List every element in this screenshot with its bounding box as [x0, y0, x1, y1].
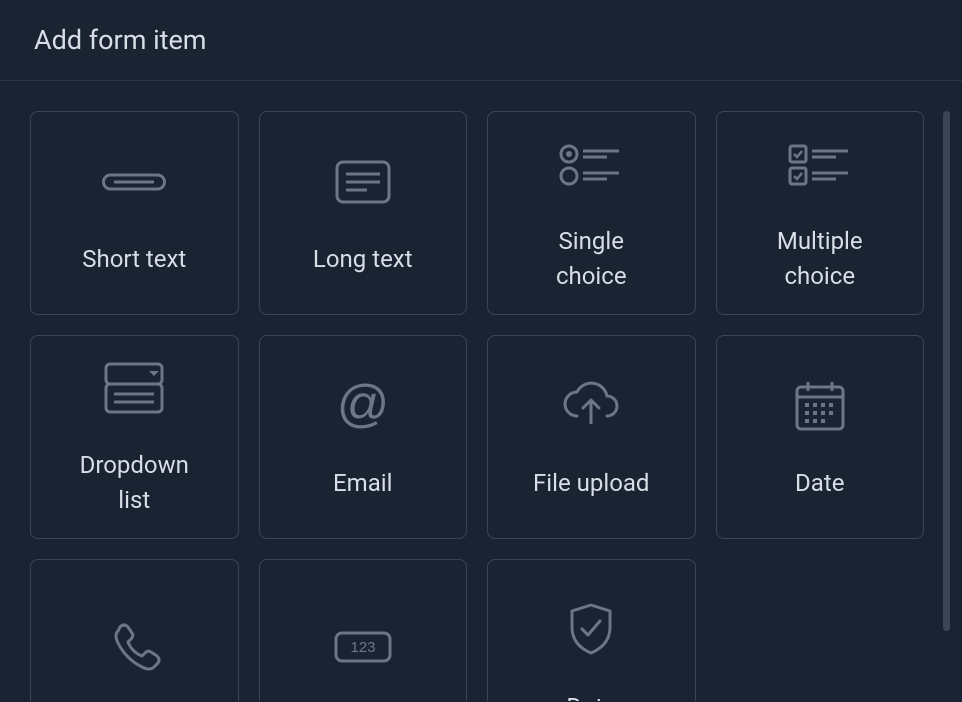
card-short-text[interactable]: Short text	[30, 111, 239, 315]
card-long-text[interactable]: Long text	[259, 111, 468, 315]
scrollbar-thumb[interactable]	[943, 111, 950, 631]
modal-header: Add form item	[0, 0, 962, 81]
short-text-icon	[102, 150, 166, 214]
form-item-grid: Short text Long text Single choice	[30, 111, 924, 701]
card-single-choice[interactable]: Single choice	[487, 111, 696, 315]
card-number[interactable]: 123	[259, 559, 468, 701]
card-label: Short text	[82, 242, 186, 277]
card-label: Long text	[313, 242, 413, 277]
card-email[interactable]: @ Email	[259, 335, 468, 539]
svg-text:123: 123	[350, 639, 375, 656]
card-label: Dropdown list	[80, 448, 189, 518]
dropdown-list-icon	[102, 356, 166, 420]
card-label: Data	[566, 690, 616, 701]
scroll-area: Short text Long text Single choice	[0, 81, 962, 701]
card-data[interactable]: Data	[487, 559, 696, 701]
modal-body: Short text Long text Single choice	[0, 81, 962, 701]
card-label: Email	[333, 466, 392, 501]
svg-text:@: @	[336, 378, 389, 433]
single-choice-icon	[557, 132, 625, 196]
card-label: File upload	[533, 466, 649, 501]
card-label: Single choice	[556, 224, 627, 294]
long-text-icon	[331, 150, 395, 214]
phone-icon	[106, 615, 162, 679]
card-label: Date	[795, 466, 844, 501]
card-dropdown-list[interactable]: Dropdown list	[30, 335, 239, 539]
shield-check-icon	[566, 598, 616, 662]
card-phone[interactable]	[30, 559, 239, 701]
file-upload-icon	[559, 374, 623, 438]
email-icon: @	[335, 374, 391, 438]
card-multiple-choice[interactable]: Multiple choice	[716, 111, 925, 315]
modal-title: Add form item	[34, 24, 928, 56]
card-label: Multiple choice	[777, 224, 863, 294]
multiple-choice-icon	[786, 132, 854, 196]
date-icon	[793, 374, 847, 438]
card-date[interactable]: Date	[716, 335, 925, 539]
number-icon: 123	[334, 615, 392, 679]
card-file-upload[interactable]: File upload	[487, 335, 696, 539]
